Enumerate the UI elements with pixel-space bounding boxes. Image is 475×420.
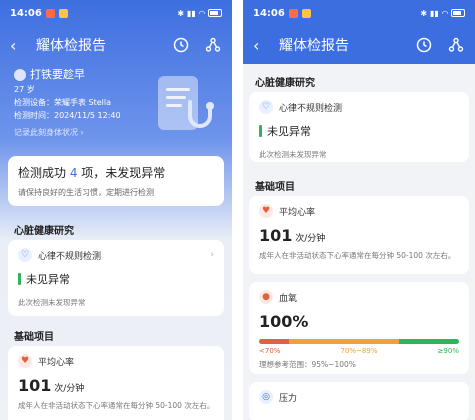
- item-status: 未见异常: [267, 125, 311, 138]
- heart-rhythm-card[interactable]: ♡ 心律不规则检测 › 未见异常 此次检测未发现异常: [8, 240, 224, 316]
- device-info: 检测设备：荣耀手表 Stella: [14, 98, 112, 107]
- record-status-link[interactable]: 记录此刻身体状况 ›: [14, 126, 121, 139]
- reference-range: 理想参考范围：95%~100%: [259, 360, 356, 369]
- section-title-heart: 心脏健康研究: [14, 226, 74, 237]
- page-title: 耀体检报告: [36, 38, 106, 54]
- app-notification-icon: [288, 8, 298, 18]
- clipboard-stethoscope-icon: [158, 76, 214, 130]
- stress-card[interactable]: ◎ 压力: [249, 382, 469, 420]
- heart-rhythm-card[interactable]: ♡ 心律不规则检测 未见异常 此次检测未发现异常: [249, 92, 469, 162]
- right-phone-screen: 14:06 ✱ ▮▮ ◠ ‹ 耀体检报告 心脏健康研究 ♡ 心律不规则检测 未见…: [243, 0, 475, 420]
- app-notification-icon: [45, 8, 55, 18]
- share-icon[interactable]: [204, 36, 222, 54]
- title-bar: ‹ 耀体检报告: [243, 26, 475, 64]
- battery-icon: [208, 9, 222, 17]
- range-label-low: <70%: [259, 347, 281, 355]
- heart-rate-desc: 成年人在非活动状态下心率通常在每分钟 50-100 次左右。: [259, 251, 456, 260]
- back-icon[interactable]: ‹: [253, 36, 273, 55]
- item-status: 未见异常: [26, 273, 70, 286]
- bluetooth-icon: ✱: [177, 8, 185, 18]
- blood-oxygen-value: 100%: [259, 312, 309, 331]
- heart-rhythm-icon: ♡: [18, 248, 32, 262]
- item-label: 压力: [279, 393, 298, 404]
- heart-rate-value: 101 次/分钟: [259, 226, 326, 245]
- status-indicator: [18, 273, 21, 285]
- item-label: 血氧: [279, 293, 298, 304]
- share-icon[interactable]: [447, 36, 465, 54]
- heart-icon: ♥: [259, 204, 273, 218]
- back-icon[interactable]: ‹: [10, 36, 30, 55]
- heart-icon: ♥: [18, 354, 32, 368]
- chevron-right-icon: ›: [210, 250, 214, 260]
- history-icon[interactable]: [415, 36, 433, 54]
- blood-drop-icon: ●: [259, 290, 273, 304]
- heart-rate-value: 101 次/分钟: [18, 376, 85, 395]
- stress-icon: ◎: [259, 390, 273, 404]
- app-notification-icon: [301, 8, 311, 18]
- battery-icon: [451, 9, 465, 17]
- test-time: 检测时间：2024/11/5 12:40: [14, 111, 121, 120]
- user-age: 27 岁: [14, 85, 35, 94]
- item-label: 心律不规则检测: [38, 251, 102, 262]
- user-info: 打铁要趁早 27 岁 检测设备：荣耀手表 Stella 检测时间：2024/11…: [14, 68, 121, 139]
- user-name: 打铁要趁早: [30, 68, 85, 81]
- item-note: 此次检测未发现异常: [18, 298, 86, 307]
- summary-card: 检测成功 4 项，未发现异常 请保持良好的生活习惯，定期进行检测: [8, 156, 224, 206]
- status-time: 14:06: [10, 7, 42, 19]
- app-notification-icon: [58, 8, 68, 18]
- heart-rhythm-icon: ♡: [259, 100, 273, 114]
- item-label: 心律不规则检测: [279, 103, 343, 114]
- section-title-basic: 基础项目: [255, 182, 295, 193]
- range-label-high: ≥90%: [437, 347, 459, 355]
- range-label-mid: 70%~89%: [340, 347, 378, 355]
- range-labels: <70% 70%~89% ≥90%: [259, 347, 459, 355]
- bluetooth-icon: ✱: [420, 8, 428, 18]
- history-icon[interactable]: [172, 36, 190, 54]
- title-bar: ‹ 耀体检报告: [0, 26, 232, 64]
- item-note: 此次检测未发现异常: [259, 150, 327, 159]
- heart-rate-desc: 成年人在非活动状态下心率通常在每分钟 50-100 次左右。: [18, 401, 215, 410]
- item-label: 平均心率: [279, 207, 316, 218]
- section-title-basic: 基础项目: [14, 332, 54, 343]
- avatar: [14, 68, 26, 81]
- section-title-heart: 心脏健康研究: [255, 78, 315, 89]
- wifi-icon: ◠: [198, 8, 205, 18]
- blood-oxygen-card[interactable]: ● 血氧 100% <70% 70%~89% ≥90% 理想参考范围：95%~1…: [249, 282, 469, 374]
- blood-oxygen-range-bar: [259, 339, 459, 344]
- signal-icon: ▮▮: [430, 8, 439, 18]
- status-bar: 14:06 ✱ ▮▮ ◠: [0, 0, 232, 26]
- page-title: 耀体检报告: [279, 38, 349, 54]
- status-time: 14:06: [253, 7, 285, 19]
- status-bar: 14:06 ✱ ▮▮ ◠: [243, 0, 475, 26]
- left-phone-screen: 14:06 ✱ ▮▮ ◠ ‹ 耀体检报告 打铁要趁早 27 岁 检测设备：荣耀手…: [0, 0, 232, 420]
- summary-headline: 检测成功 4 项，未发现异常: [18, 166, 166, 180]
- heart-rate-card[interactable]: ♥ 平均心率 101 次/分钟 成年人在非活动状态下心率通常在每分钟 50-10…: [249, 196, 469, 274]
- heart-rate-card[interactable]: ♥ 平均心率 101 次/分钟 成年人在非活动状态下心率通常在每分钟 50-10…: [8, 346, 224, 420]
- item-label: 平均心率: [38, 357, 75, 368]
- status-indicator: [259, 125, 262, 137]
- wifi-icon: ◠: [441, 8, 448, 18]
- summary-advice: 请保持良好的生活习惯，定期进行检测: [18, 188, 154, 197]
- signal-icon: ▮▮: [187, 8, 196, 18]
